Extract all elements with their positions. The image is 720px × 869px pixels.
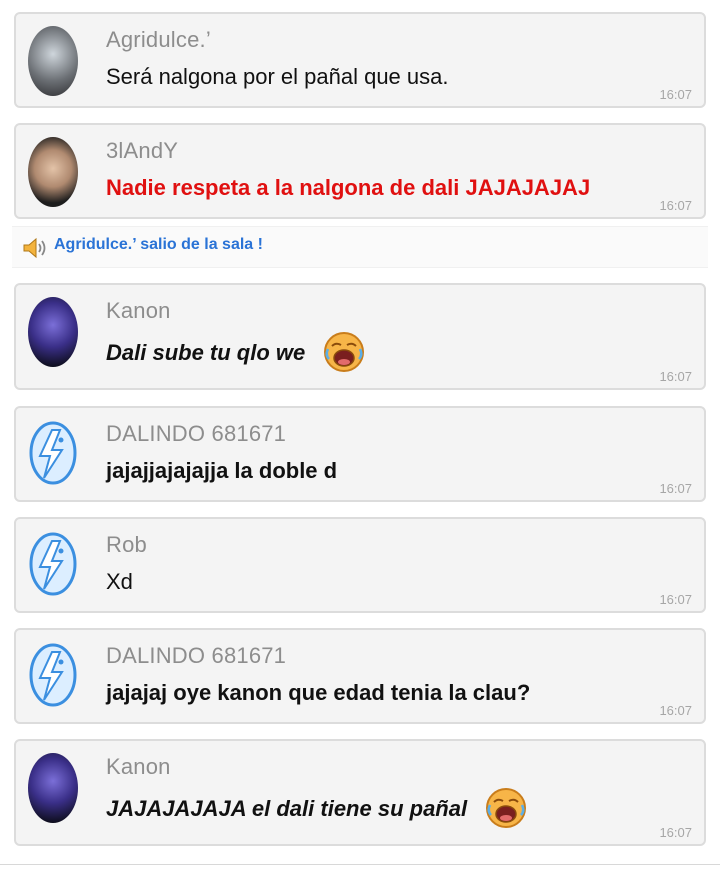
chat-message[interactable]: DALINDO 681671 jajajaj oye kanon que eda… bbox=[14, 628, 706, 724]
default-avatar-icon bbox=[29, 421, 77, 485]
message-text-content: Dali sube tu qlo we bbox=[106, 339, 306, 365]
user-avatar[interactable] bbox=[28, 753, 78, 823]
default-avatar-icon bbox=[29, 643, 77, 707]
user-avatar[interactable] bbox=[28, 640, 78, 710]
message-time: 16:07 bbox=[659, 369, 692, 384]
message-username[interactable]: 3lAndY bbox=[106, 138, 178, 164]
message-time: 16:07 bbox=[659, 703, 692, 718]
message-text: jajajjajajajja la doble d bbox=[106, 458, 338, 483]
user-avatar[interactable] bbox=[28, 529, 78, 599]
user-avatar[interactable] bbox=[28, 418, 78, 488]
chat-message[interactable]: DALINDO 681671 jajajjajajajja la doble d… bbox=[14, 406, 706, 502]
message-time: 16:07 bbox=[659, 825, 692, 840]
user-avatar[interactable] bbox=[28, 297, 78, 367]
message-time: 16:07 bbox=[659, 592, 692, 607]
chat-message[interactable]: Rob Xd 16:07 bbox=[14, 517, 706, 613]
message-username[interactable]: Kanon bbox=[106, 298, 171, 324]
user-avatar[interactable] bbox=[28, 26, 78, 96]
speaker-icon bbox=[23, 237, 46, 259]
chat-message[interactable]: Kanon JAJAJAJAJA el dali tiene su pañal … bbox=[14, 739, 706, 846]
message-time: 16:07 bbox=[659, 87, 692, 102]
chat-message[interactable]: Kanon Dali sube tu qlo we 16:07 bbox=[14, 283, 706, 390]
message-username[interactable]: DALINDO 681671 bbox=[106, 421, 286, 447]
message-text: Dali sube tu qlo we bbox=[106, 332, 365, 375]
laughing-crying-emoji-icon bbox=[324, 332, 365, 372]
default-avatar-icon bbox=[29, 532, 77, 596]
message-text: JAJAJAJAJA el dali tiene su pañal bbox=[106, 788, 527, 831]
user-avatar[interactable] bbox=[28, 137, 78, 207]
message-text: jajajaj oye kanon que edad tenia la clau… bbox=[106, 680, 531, 705]
chat-message[interactable]: 3lAndY Nadie respeta a la nalgona de dal… bbox=[14, 123, 706, 219]
message-text: Nadie respeta a la nalgona de dali JAJAJ… bbox=[106, 175, 591, 200]
laughing-crying-emoji-icon bbox=[486, 788, 527, 828]
message-text: Será nalgona por el pañal que usa. bbox=[106, 64, 449, 89]
message-username[interactable]: Rob bbox=[106, 532, 147, 558]
system-notice-text: Agridulce.’ salio de la sala ! bbox=[54, 236, 263, 253]
message-username[interactable]: DALINDO 681671 bbox=[106, 643, 286, 669]
message-username[interactable]: Agridulce.’ bbox=[106, 27, 211, 53]
message-time: 16:07 bbox=[659, 198, 692, 213]
message-text-content: JAJAJAJAJA el dali tiene su pañal bbox=[106, 795, 468, 821]
message-time: 16:07 bbox=[659, 481, 692, 496]
message-username[interactable]: Kanon bbox=[106, 754, 171, 780]
system-notice: Agridulce.’ salio de la sala ! bbox=[12, 226, 708, 268]
chat-message[interactable]: Agridulce.’ Será nalgona por el pañal qu… bbox=[14, 12, 706, 108]
bottom-divider bbox=[0, 864, 720, 869]
message-text: Xd bbox=[106, 569, 133, 594]
